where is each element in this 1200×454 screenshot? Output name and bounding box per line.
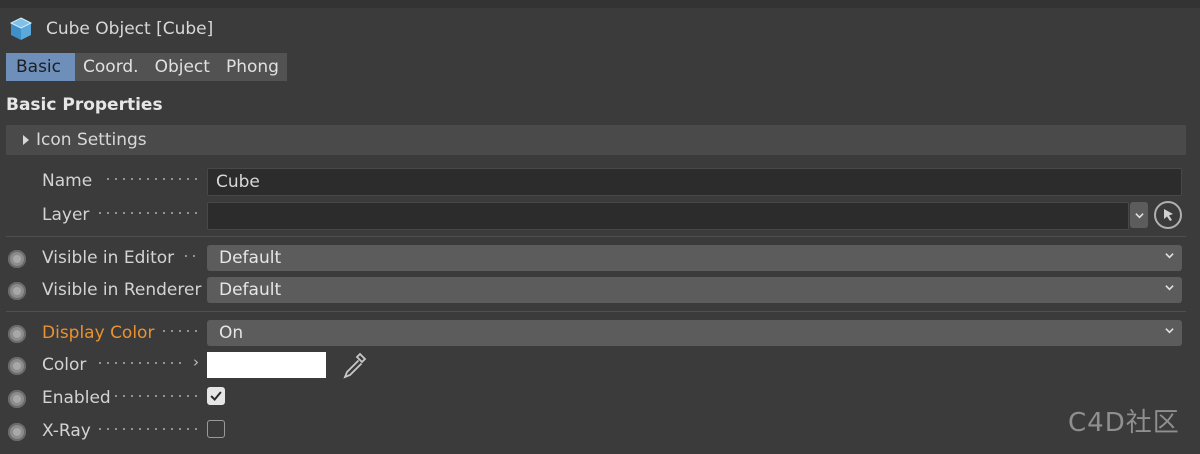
display-color-value: On (219, 323, 244, 343)
enabled-checkbox[interactable] (207, 387, 225, 405)
divider (6, 311, 1186, 312)
icon-settings-group[interactable]: Icon Settings (6, 125, 1186, 155)
xray-checkbox[interactable] (207, 420, 225, 438)
pointer-icon (1164, 209, 1173, 221)
layer-row: Layer (0, 201, 1200, 230)
divider (6, 236, 1186, 237)
pick-object-button[interactable] (1154, 201, 1182, 229)
chevron-down-icon (1165, 285, 1174, 291)
object-header: Cube Object [Cube] (8, 14, 213, 44)
chevron-down-icon (1165, 328, 1174, 334)
enabled-row: Enabled (0, 385, 1200, 413)
dot-leader (160, 330, 200, 332)
color-swatch[interactable] (207, 352, 326, 378)
tab-coord[interactable]: Coord. (75, 53, 147, 81)
visible-renderer-select[interactable]: Default (207, 277, 1182, 303)
visible-editor-label: Visible in Editor (42, 248, 175, 268)
visible-editor-row: Visible in Editor Default (0, 245, 1200, 273)
dot-leader (182, 255, 200, 257)
tab-object[interactable]: Object (146, 53, 218, 81)
xray-label: X-Ray (42, 421, 91, 441)
animate-radio[interactable] (8, 325, 26, 343)
watermark: C4D社区 (1068, 408, 1180, 438)
expand-arrow-icon[interactable]: › (193, 353, 199, 371)
chevron-down-icon (1135, 213, 1144, 219)
color-label: Color (42, 355, 87, 375)
dot-leader (112, 395, 200, 397)
name-row: Name Cube (0, 168, 1200, 196)
layer-field[interactable] (207, 202, 1129, 230)
expand-triangle-icon (23, 135, 29, 145)
dot-leader (96, 428, 200, 430)
color-row: Color › (0, 352, 1200, 380)
name-field[interactable]: Cube (207, 168, 1182, 196)
checkmark-icon (210, 391, 222, 402)
visible-renderer-row: Visible in Renderer Default (0, 277, 1200, 305)
eyedropper-icon[interactable] (339, 350, 369, 380)
display-color-label: Display Color (42, 323, 155, 343)
top-border (0, 0, 1200, 8)
xray-row: X-Ray (0, 418, 1200, 446)
visible-editor-value: Default (219, 248, 282, 268)
cube-icon (9, 17, 33, 40)
display-color-row: Display Color On (0, 320, 1200, 348)
object-title: Cube Object [Cube] (46, 19, 214, 39)
layer-dropdown-button[interactable] (1130, 202, 1148, 228)
visible-renderer-value: Default (219, 280, 282, 300)
animate-radio[interactable] (8, 423, 26, 441)
animate-radio[interactable] (8, 250, 26, 268)
dot-leader (104, 178, 200, 180)
section-title: Basic Properties (6, 95, 163, 115)
display-color-select[interactable]: On (207, 320, 1182, 346)
tab-phong[interactable]: Phong (217, 53, 287, 81)
enabled-label: Enabled (42, 388, 111, 408)
name-value: Cube (216, 172, 260, 192)
visible-editor-select[interactable]: Default (207, 245, 1182, 271)
animate-radio[interactable] (8, 390, 26, 408)
name-label: Name (42, 171, 93, 191)
dot-leader (96, 212, 200, 214)
dot-leader (96, 362, 184, 364)
chevron-down-icon (1165, 253, 1174, 259)
tab-basic[interactable]: Basic (6, 53, 76, 81)
tab-bar: Basic Coord. Object Phong (6, 53, 287, 81)
layer-label: Layer (42, 205, 90, 225)
animate-radio[interactable] (8, 282, 26, 300)
visible-renderer-label: Visible in Renderer (42, 280, 202, 300)
icon-settings-label: Icon Settings (36, 130, 147, 150)
animate-radio[interactable] (8, 357, 26, 375)
